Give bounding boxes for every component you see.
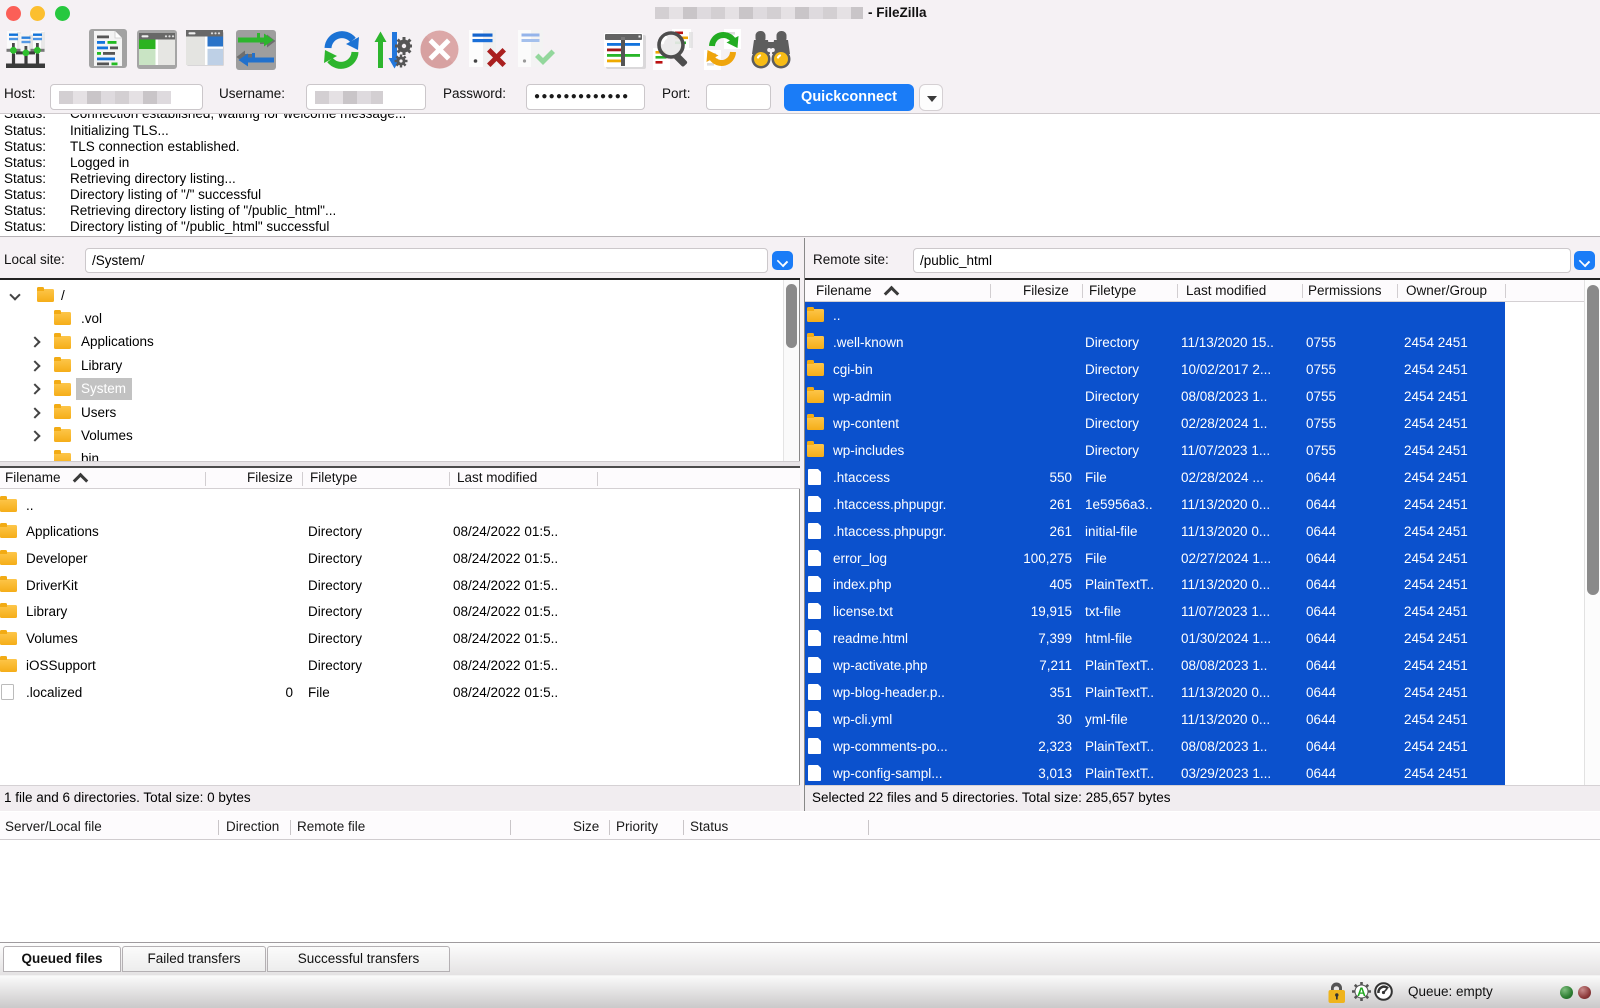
svg-text:A: A — [1357, 985, 1366, 999]
